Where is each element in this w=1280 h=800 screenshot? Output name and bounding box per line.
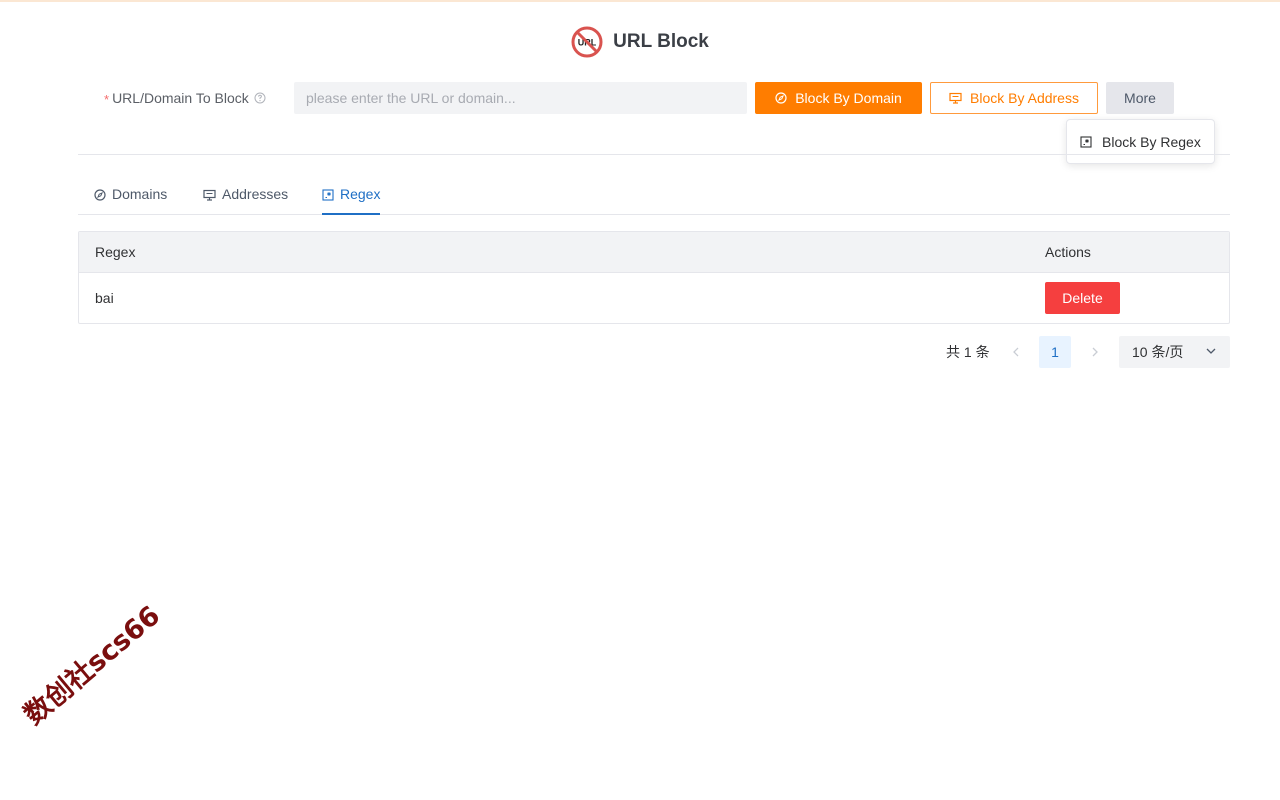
- tab-bar: Domains Addresses Regex: [78, 178, 1230, 215]
- compass-icon: [775, 92, 787, 104]
- url-block-logo-icon: URL: [571, 26, 603, 58]
- tab-domains[interactable]: Domains: [94, 178, 167, 214]
- more-button[interactable]: More: [1106, 82, 1174, 114]
- watermark: 数创社scs66: [18, 600, 167, 732]
- delete-button[interactable]: Delete: [1045, 282, 1120, 314]
- compass-icon: [94, 189, 106, 201]
- regex-table: Regex Actions bai Delete: [78, 231, 1230, 324]
- section-divider: [78, 154, 1230, 155]
- block-by-domain-label: Block By Domain: [795, 90, 902, 106]
- url-domain-label-text: URL/Domain To Block: [112, 90, 249, 106]
- monitor-icon: [203, 189, 216, 201]
- block-by-domain-button[interactable]: Block By Domain: [755, 82, 922, 114]
- required-mark: *: [104, 92, 110, 107]
- more-dropdown-menu: Block By Regex: [1066, 119, 1215, 164]
- prev-page-icon[interactable]: [1005, 336, 1027, 368]
- page-title: URL Block: [613, 31, 709, 52]
- page-size-select[interactable]: 10 条/页: [1119, 336, 1230, 368]
- page-header: URL URL Block: [0, 26, 1280, 58]
- tab-regex[interactable]: Regex: [322, 178, 381, 215]
- url-domain-label: * URL/Domain To Block: [104, 82, 266, 114]
- tab-addresses[interactable]: Addresses: [203, 178, 288, 214]
- block-form: * URL/Domain To Block Block By Domain Bl…: [0, 82, 1280, 114]
- more-label: More: [1124, 90, 1156, 106]
- pagination-total: 共 1 条: [946, 344, 990, 360]
- tab-domains-label: Domains: [112, 186, 168, 202]
- column-header-regex: Regex: [95, 244, 136, 260]
- regex-icon: [1080, 135, 1092, 148]
- block-by-address-button[interactable]: Block By Address: [930, 82, 1098, 114]
- page-number-current[interactable]: 1: [1039, 336, 1071, 368]
- column-header-actions: Actions: [1045, 244, 1091, 260]
- next-page-icon[interactable]: [1084, 336, 1106, 368]
- dropdown-item-block-by-regex[interactable]: Block By Regex: [1102, 134, 1201, 150]
- table-row: bai Delete: [79, 273, 1229, 323]
- top-border-line: [0, 0, 1280, 2]
- help-circle-icon[interactable]: [254, 92, 266, 104]
- tab-regex-label: Regex: [340, 186, 381, 202]
- cell-regex: bai: [95, 290, 114, 306]
- monitor-icon: [949, 92, 962, 104]
- chevron-down-icon: [1206, 348, 1216, 354]
- regex-icon: [322, 189, 334, 201]
- tab-addresses-label: Addresses: [222, 186, 289, 202]
- block-by-address-label: Block By Address: [970, 90, 1079, 106]
- url-domain-input[interactable]: [294, 82, 747, 114]
- pagination: 共 1 条 1 10 条/页: [0, 336, 1280, 368]
- table-header: Regex Actions: [79, 232, 1229, 273]
- page-size-value: 10 条/页: [1132, 344, 1184, 360]
